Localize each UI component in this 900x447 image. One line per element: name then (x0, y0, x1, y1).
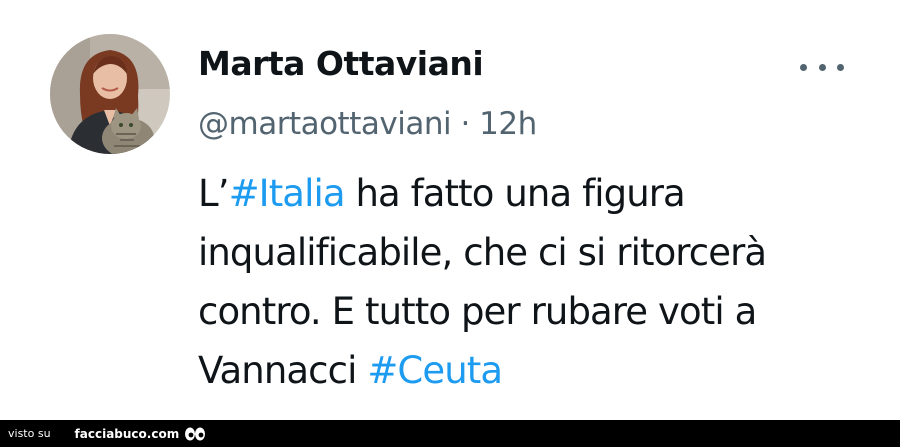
watermark-prefix: visto su (8, 427, 51, 440)
profile-photo-icon (50, 34, 170, 154)
tweet-timestamp[interactable]: 12h (479, 106, 537, 142)
text-segment: Vannacci (198, 349, 368, 392)
tweet-text-line: inqualificabile, che ci si ritorcerà (198, 231, 767, 274)
author-display-name[interactable]: Marta Ottaviani (198, 44, 484, 83)
more-horizontal-icon-dot (837, 63, 844, 71)
more-horizontal-icon (800, 63, 807, 71)
tweet-text-line: Vannacci #Ceuta (198, 341, 878, 400)
more-horizontal-icon-dot (818, 63, 826, 71)
author-avatar[interactable] (50, 34, 170, 154)
tweet-card: Marta Ottaviani @martaottaviani · 12h L’… (0, 0, 900, 420)
watermark-bar: visto su facciabuco.com (0, 420, 900, 447)
watermark-site: facciabuco.com (74, 426, 180, 441)
meta-separator: · (460, 106, 470, 142)
more-options-button[interactable] (800, 52, 844, 82)
hashtag-link-ceuta[interactable]: #Ceuta (367, 349, 503, 392)
tweet-text-line: L’#Italia ha fatto una figura (198, 164, 878, 223)
text-segment: ha fatto una figura (344, 172, 685, 215)
tweet-text-line: contro. E tutto per rubare voti a (198, 290, 757, 333)
eyes-icon (184, 426, 206, 442)
hashtag-link-italia[interactable]: #Italia (229, 172, 346, 215)
author-handle[interactable]: @martaottaviani (198, 106, 452, 142)
text-segment: L’ (198, 172, 229, 215)
tweet-text: L’#Italia ha fatto una figura inqualific… (198, 164, 878, 400)
tweet-meta: @martaottaviani · 12h (198, 106, 537, 142)
